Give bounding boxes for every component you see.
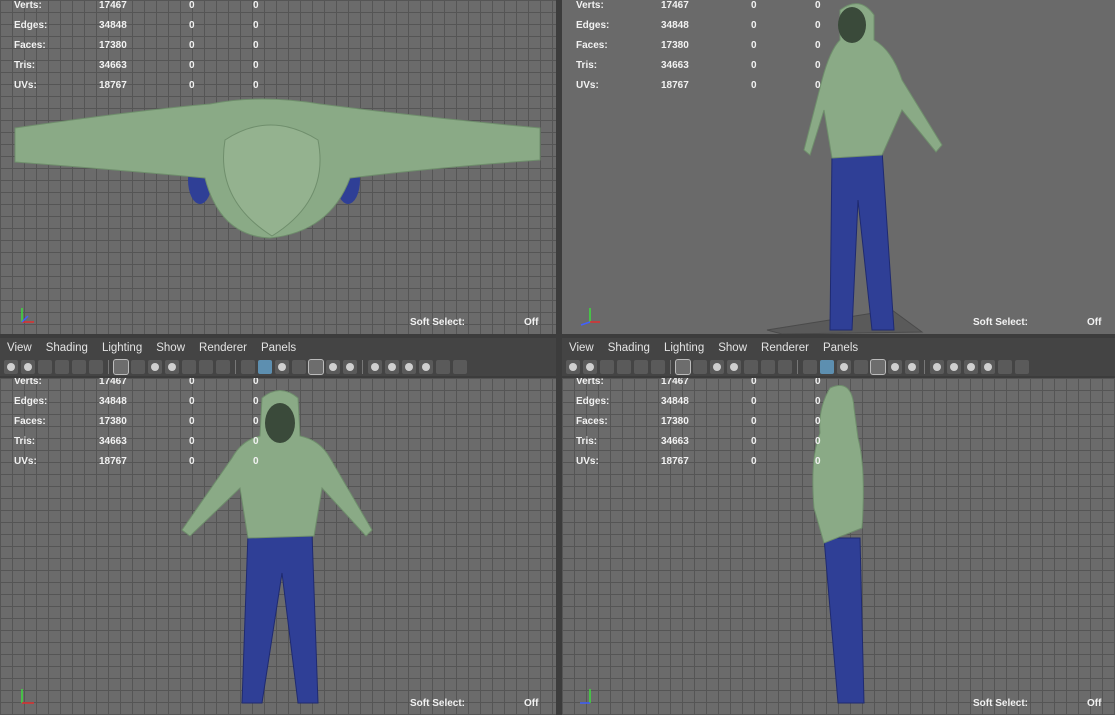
camera-attr-icon[interactable] [583,360,597,374]
soft-select-value: Off [524,317,539,328]
safe-title-icon[interactable] [778,360,792,374]
camera-icon[interactable] [4,360,18,374]
smooth-shade-icon[interactable] [258,360,272,374]
screen-ao-icon[interactable] [368,360,382,374]
image-plane-icon[interactable] [55,360,69,374]
soft-select-label: Soft Select: [973,317,1029,328]
menu-show[interactable]: Show [156,342,185,354]
perspective-viewport[interactable]: Verts: 17467 0 0 Edges: 34848 0 0 Faces: 17380 0… [562,0,1115,334]
menu-panels[interactable]: Panels [823,342,858,354]
axis-gizmo-icon [21,689,34,704]
grid-icon[interactable] [675,359,691,375]
soft-select-label: Soft Select: [410,698,466,709]
aa-icon[interactable] [964,360,978,374]
xray-icon[interactable] [651,360,665,374]
soft-select-value: Off [1087,317,1102,328]
textured-icon[interactable] [308,359,324,375]
menu-shading[interactable]: Shading [46,342,88,354]
menu-show[interactable]: Show [718,342,747,354]
wireframe-icon[interactable] [803,360,817,374]
xray-icon[interactable] [89,360,103,374]
top-viewport[interactable]: Verts: 17467 0 0 Edges: 34848 0 0 Faces: 17380 0… [0,0,556,334]
xray-icon[interactable] [1015,360,1029,374]
isolate-icon[interactable] [634,360,648,374]
side-panel-menubar: View Shading Lighting Show Renderer Pane… [562,338,1115,358]
front-panel-menubar: View Shading Lighting Show Renderer Pane… [0,338,556,358]
lights-icon[interactable] [888,360,902,374]
film-gate-icon[interactable] [693,360,707,374]
menu-panels[interactable]: Panels [261,342,296,354]
safe-action-icon[interactable] [761,360,775,374]
safe-action-icon[interactable] [199,360,213,374]
resolution-gate-icon[interactable] [710,360,724,374]
grid-icon[interactable] [113,359,129,375]
lights-icon[interactable] [326,360,340,374]
menu-view[interactable]: View [7,342,32,354]
field-chart-icon[interactable] [182,360,196,374]
side-viewport[interactable]: Verts: 17467 0 0 Edges: 34848 0 0 Faces: 17380 0… [562,378,1115,715]
front-viewport[interactable]: Verts: 17467 0 0 Edges: 34848 0 0 Faces: 17380 0… [0,378,556,715]
top-view-garment [14,98,541,239]
menu-shading[interactable]: Shading [608,342,650,354]
aa-icon[interactable] [402,360,416,374]
front-panel-toolbar [0,358,556,376]
shade-wire-icon[interactable] [275,360,289,374]
shade-wire-icon[interactable] [837,360,851,374]
side-view-character [812,385,865,704]
bookmark-icon[interactable] [38,360,52,374]
textured-icon[interactable] [870,359,886,375]
perspective-character [766,3,943,334]
textured-icon[interactable] [854,360,868,374]
axis-gizmo-icon [580,308,600,326]
motion-blur-icon[interactable] [385,360,399,374]
axis-gizmo-icon [21,308,34,323]
wireframe-icon[interactable] [241,360,255,374]
gate-mask-icon[interactable] [727,360,741,374]
film-gate-icon[interactable] [131,360,145,374]
motion-blur-icon[interactable] [947,360,961,374]
camera-icon[interactable] [566,360,580,374]
menu-lighting[interactable]: Lighting [102,342,142,354]
field-chart-icon[interactable] [744,360,758,374]
shadows-icon[interactable] [343,360,357,374]
bookmark-icon[interactable] [600,360,614,374]
dof-icon[interactable] [981,360,995,374]
xray-icon[interactable] [453,360,467,374]
resolution-gate-icon[interactable] [148,360,162,374]
side-panel-toolbar [562,358,1115,376]
menu-lighting[interactable]: Lighting [664,342,704,354]
shadows-icon[interactable] [905,360,919,374]
menu-renderer[interactable]: Renderer [199,342,247,354]
smooth-shade-icon[interactable] [820,360,834,374]
isolate-icon[interactable] [72,360,86,374]
front-view-character [181,390,373,704]
isolate-icon[interactable] [436,360,450,374]
textured-icon[interactable] [292,360,306,374]
menu-view[interactable]: View [569,342,594,354]
soft-select-value: Off [524,698,539,709]
camera-attr-icon[interactable] [21,360,35,374]
soft-select-value: Off [1087,698,1102,709]
axis-gizmo-icon [580,689,591,704]
safe-title-icon[interactable] [216,360,230,374]
menu-renderer[interactable]: Renderer [761,342,809,354]
gate-mask-icon[interactable] [165,360,179,374]
soft-select-label: Soft Select: [973,698,1029,709]
dof-icon[interactable] [419,360,433,374]
soft-select-label: Soft Select: [410,317,466,328]
image-plane-icon[interactable] [617,360,631,374]
screen-ao-icon[interactable] [930,360,944,374]
isolate-icon[interactable] [998,360,1012,374]
